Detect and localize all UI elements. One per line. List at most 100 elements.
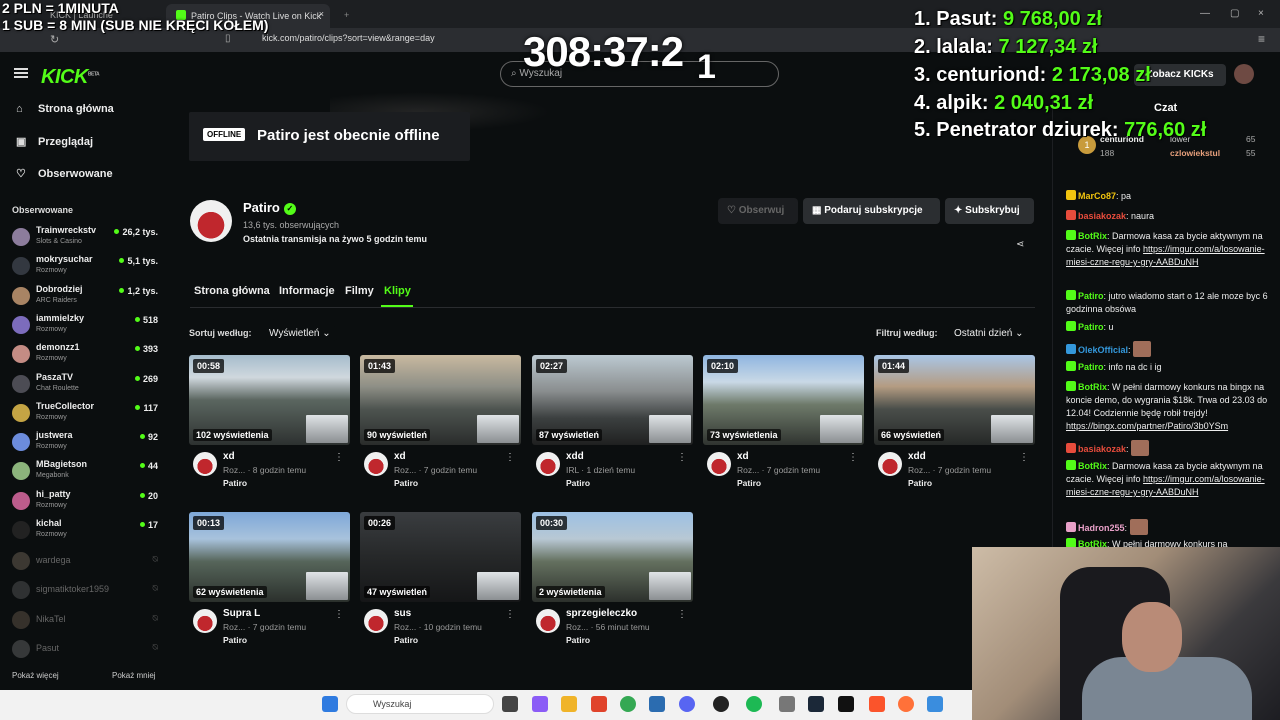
clip-thumbnail[interactable]: 00:30 2 wyświetlenia <box>532 512 693 602</box>
clip-title[interactable]: Supra L <box>223 608 260 619</box>
followed-channel[interactable]: MBagietson Megabonk 44 <box>12 459 162 485</box>
new-tab-button[interactable]: + <box>334 4 354 28</box>
clip-category[interactable]: Roz... <box>394 465 416 475</box>
chat-username[interactable]: Patiro <box>1078 291 1104 301</box>
more-options-icon[interactable]: ⋮ <box>505 452 515 463</box>
copilot-icon[interactable] <box>532 696 548 712</box>
share-icon[interactable]: ⋖ <box>1016 239 1024 250</box>
followed-channel[interactable]: justwera Rozmowy 92 <box>12 430 162 456</box>
clip-channel[interactable]: Patiro <box>394 478 418 488</box>
clip-card[interactable]: 02:10 73 wyświetlenia xd Roz... · 7 godzin … <box>703 355 864 495</box>
channel-name[interactable]: Patiro ✓ <box>243 200 296 215</box>
chat-username[interactable]: BotRix <box>1078 461 1107 471</box>
clip-title[interactable]: sus <box>394 608 411 619</box>
sidebar-nav-item[interactable]: ▣ Przeglądaj <box>16 135 93 148</box>
kick-logo[interactable]: KICKBETA <box>41 66 100 89</box>
clip-channel-avatar[interactable] <box>364 609 388 633</box>
more-options-icon[interactable]: ⋮ <box>334 452 344 463</box>
bookmark-icon[interactable]: ▯ <box>225 33 231 44</box>
close-tab-icon[interactable]: × <box>319 9 324 19</box>
filter-select[interactable]: Ostatni dzień ⌄ <box>948 326 1030 341</box>
followed-channel[interactable]: hi_patty Rozmowy 20 <box>12 489 162 515</box>
url-field[interactable]: kick.com/patiro/clips?sort=view&range=da… <box>262 33 435 43</box>
clip-card[interactable]: 02:27 87 wyświetleń xdd IRL · 1 dzień temu P… <box>532 355 693 495</box>
firefox-icon[interactable] <box>898 696 914 712</box>
menu-icon[interactable]: ≡ <box>1258 32 1265 46</box>
app-icon[interactable] <box>649 696 665 712</box>
clip-title[interactable]: xdd <box>908 451 926 462</box>
more-options-icon[interactable]: ⋮ <box>677 452 687 463</box>
tab-videos[interactable]: Filmy <box>345 285 374 297</box>
tab-clips[interactable]: Klipy <box>384 285 411 297</box>
chat-username[interactable]: basiakozak <box>1078 211 1126 221</box>
clip-thumbnail[interactable]: 00:13 62 wyświetlenia <box>189 512 350 602</box>
more-options-icon[interactable]: ⋮ <box>505 609 515 620</box>
sidebar-nav-item[interactable]: ⌂ Strona główna <box>16 103 114 115</box>
clip-channel-avatar[interactable] <box>536 609 560 633</box>
chat-username[interactable]: BotRix <box>1078 382 1107 392</box>
more-options-icon[interactable]: ⋮ <box>1019 452 1029 463</box>
chat-username[interactable]: OlekOfficial <box>1078 345 1128 355</box>
offline-channel[interactable]: sigmatiktoker1959 ⍉ <box>12 578 162 604</box>
app-icon[interactable] <box>927 696 943 712</box>
clip-thumbnail[interactable]: 01:44 66 wyświetleń <box>874 355 1035 445</box>
clip-channel-avatar[interactable] <box>878 452 902 476</box>
offline-channel[interactable]: Pasut ⍉ <box>12 637 162 663</box>
clip-category[interactable]: Roz... <box>566 622 588 632</box>
clip-card[interactable]: 00:13 62 wyświetlenia Supra L Roz... · 7 go… <box>189 512 350 652</box>
channel-avatar[interactable] <box>190 200 232 242</box>
sidebar-nav-item[interactable]: ♡ Obserwowane <box>16 167 113 180</box>
minimize-icon[interactable]: — <box>1200 8 1210 19</box>
clip-channel[interactable]: Patiro <box>737 478 761 488</box>
gift-sub-button[interactable]: ▦ Podaruj subskrypcje <box>803 198 940 224</box>
chrome-icon[interactable] <box>620 696 636 712</box>
brave-icon[interactable] <box>591 696 607 712</box>
clip-category[interactable]: Roz... <box>737 465 759 475</box>
clip-channel-avatar[interactable] <box>364 452 388 476</box>
clip-card[interactable]: 00:30 2 wyświetlenia sprzegieleczko Roz... … <box>532 512 693 652</box>
show-less-button[interactable]: Pokaż mniej <box>112 671 156 680</box>
clip-title[interactable]: xd <box>223 451 235 462</box>
clip-channel-avatar[interactable] <box>193 609 217 633</box>
app-icon[interactable] <box>838 696 854 712</box>
steam-icon[interactable] <box>808 696 824 712</box>
followed-channel[interactable]: kichal Rozmowy 17 <box>12 518 162 544</box>
reload-icon[interactable]: ↻ <box>50 33 59 46</box>
hamburger-menu-icon[interactable] <box>14 68 28 78</box>
clip-title[interactable]: xdd <box>566 451 584 462</box>
clip-channel-avatar[interactable] <box>536 452 560 476</box>
user-avatar[interactable] <box>1234 64 1254 84</box>
offline-channel[interactable]: NikaTel ⍉ <box>12 608 162 634</box>
followed-channel[interactable]: mokrysuchar Rozmowy 5,1 tys. <box>12 254 162 280</box>
clip-thumbnail[interactable]: 00:58 102 wyświetlenia <box>189 355 350 445</box>
follow-button[interactable]: ♡ Obserwuj <box>718 198 798 224</box>
followed-channel[interactable]: PaszaTV Chat Roulette 269 <box>12 372 162 398</box>
file-explorer-icon[interactable] <box>561 696 577 712</box>
clip-channel[interactable]: Patiro <box>223 478 247 488</box>
clip-channel[interactable]: Patiro <box>223 635 247 645</box>
task-view-icon[interactable] <box>502 696 518 712</box>
chat-username[interactable]: Patiro <box>1078 322 1104 332</box>
windows-start-icon[interactable] <box>322 696 338 712</box>
clip-card[interactable]: 01:44 66 wyświetleń xdd Roz... · 7 godzin t… <box>874 355 1035 495</box>
clip-thumbnail[interactable]: 02:10 73 wyświetlenia <box>703 355 864 445</box>
chat-username[interactable]: Patiro <box>1078 362 1104 372</box>
followed-channel[interactable]: Dobrodziej ARC Raiders 1,2 tys. <box>12 284 162 310</box>
chat-username[interactable]: basiakozak <box>1078 444 1126 454</box>
clip-title[interactable]: xd <box>737 451 749 462</box>
clip-channel[interactable]: Patiro <box>394 635 418 645</box>
clip-channel[interactable]: Patiro <box>566 478 590 488</box>
offline-channel[interactable]: wardega ⍉ <box>12 549 162 575</box>
tab-info[interactable]: Informacje <box>279 285 335 297</box>
followed-channel[interactable]: TrueCollector Rozmowy 117 <box>12 401 162 427</box>
clip-category[interactable]: IRL <box>566 465 579 475</box>
more-options-icon[interactable]: ⋮ <box>677 609 687 620</box>
clip-card[interactable]: 00:26 47 wyświetleń sus Roz... · 10 godzin … <box>360 512 521 652</box>
followed-channel[interactable]: demonzz1 Rozmowy 393 <box>12 342 162 368</box>
obs-icon[interactable] <box>713 696 729 712</box>
followed-channel[interactable]: Trainwreckstv Slots & Casino 26,2 tys. <box>12 225 162 251</box>
subscribe-button[interactable]: ✦ Subskrybuj <box>945 198 1034 224</box>
sort-select[interactable]: Wyświetleń ⌄ <box>263 326 337 341</box>
chat-username[interactable]: MarCo87 <box>1078 191 1116 201</box>
clip-thumbnail[interactable]: 02:27 87 wyświetleń <box>532 355 693 445</box>
